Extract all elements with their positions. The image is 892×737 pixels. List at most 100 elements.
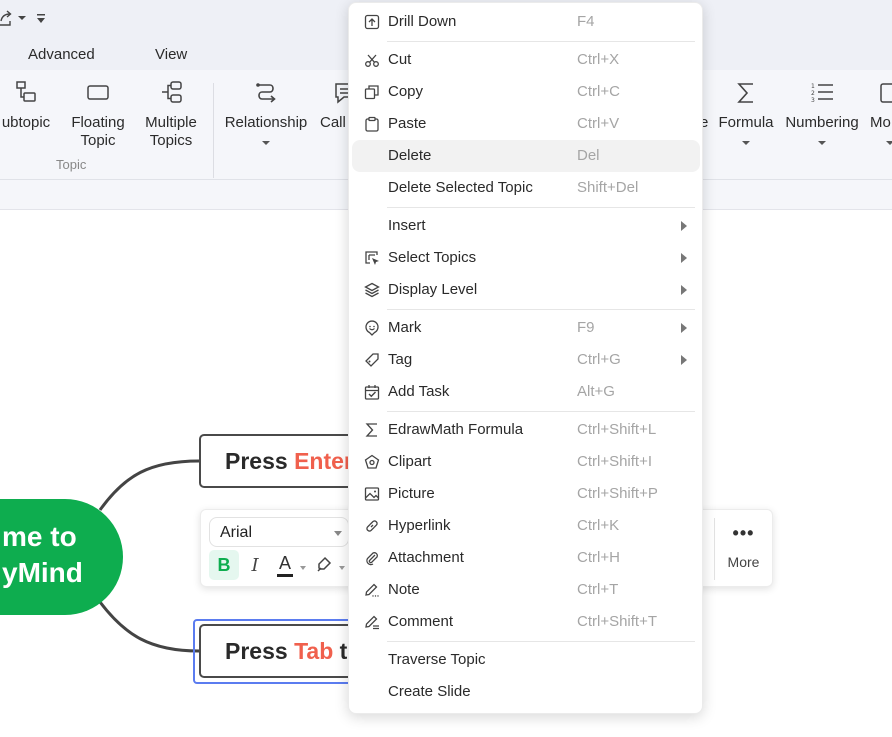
menu-item-label: Traverse Topic [388, 651, 486, 668]
menu-item-mark[interactable]: Mark F9 [352, 312, 700, 344]
submenu-arrow-icon [681, 253, 687, 263]
menu-item-shortcut: Ctrl+K [577, 517, 620, 534]
menu-item-shortcut: Ctrl+Shift+L [577, 421, 657, 438]
menu-item-shortcut: Ctrl+V [577, 115, 620, 132]
note-pen-icon [365, 583, 379, 597]
clipart-icon [364, 454, 380, 469]
menu-item-drill-down[interactable]: Drill Down F4 [352, 6, 700, 38]
menu-item-cut[interactable]: Cut Ctrl+X [352, 44, 700, 76]
floating-topic-button[interactable]: Floating Topic [68, 80, 128, 150]
share-export-icon[interactable] [0, 9, 14, 27]
menu-item-paste[interactable]: Paste Ctrl+V [352, 108, 700, 140]
topic-2-suffix: t [333, 638, 348, 664]
svg-text:3: 3 [811, 97, 815, 104]
menu-item-edrawmath-formula[interactable]: EdrawMath Formula Ctrl+Shift+L [352, 414, 700, 446]
italic-button[interactable]: I [245, 550, 265, 580]
tab-advanced[interactable]: Advanced [28, 46, 95, 63]
font-color-icon: A [278, 553, 291, 573]
svg-text:1: 1 [811, 83, 815, 90]
menu-item-label: Copy [388, 83, 424, 100]
menu-item-label: Create Slide [388, 683, 471, 700]
menu-item-label: Add Task [388, 383, 450, 400]
menu-item-shortcut: Ctrl+T [577, 581, 619, 598]
menu-separator [387, 641, 695, 642]
menu-item-display-level[interactable]: Display Level [352, 274, 700, 306]
menu-item-label: Mark [388, 319, 422, 336]
menu-item-clipart[interactable]: Clipart Ctrl+Shift+I [352, 446, 700, 478]
menu-item-label: Insert [388, 217, 426, 234]
relationship-label: Relationship [224, 114, 308, 131]
subtopic-icon [16, 81, 36, 102]
formula-button[interactable]: Formula [714, 80, 778, 145]
customize-quick-access-icon[interactable] [37, 14, 45, 24]
menu-item-label: Cut [388, 51, 412, 68]
menu-item-add-task[interactable]: Add Task Alt+G [352, 376, 700, 408]
relationship-button[interactable]: Relationship [220, 80, 312, 145]
font-color-dropdown-caret[interactable] [300, 566, 306, 570]
numbering-button[interactable]: 1 2 3 Numbering [779, 80, 865, 145]
formula-dropdown-caret[interactable] [742, 141, 750, 145]
subtopic-button[interactable]: ubtopic [0, 80, 60, 132]
relationship-icon [256, 83, 276, 103]
font-color-swatch [277, 574, 293, 577]
floating-topic-label-2: Topic [80, 132, 116, 149]
more-label: More [727, 554, 760, 570]
floating-topic-icon [87, 85, 109, 100]
menu-item-label: Comment [388, 613, 454, 630]
menu-item-shortcut: Ctrl+H [577, 549, 620, 566]
menu-item-comment[interactable]: Comment Ctrl+Shift+T [352, 606, 700, 638]
menu-item-traverse-topic[interactable]: Traverse Topic [352, 644, 700, 676]
menu-item-select-topics[interactable]: Select Topics [352, 242, 700, 274]
highlight-button[interactable] [315, 550, 333, 580]
more-dropdown-caret[interactable] [886, 141, 892, 145]
menu-item-delete[interactable]: Delete Del [352, 140, 700, 172]
menu-item-label: Hyperlink [388, 517, 451, 534]
quick-access-dropdown-caret[interactable] [18, 16, 26, 20]
menu-item-label: Select Topics [388, 249, 477, 266]
menu-item-shortcut: Ctrl+X [577, 51, 620, 68]
topic-2-prefix: Press [225, 638, 295, 664]
menu-item-tag[interactable]: Tag Ctrl+G [352, 344, 700, 376]
multiple-topics-label-2: Topics [149, 132, 193, 149]
numbering-label: Numbering [785, 114, 859, 131]
more-button[interactable]: ••• More [721, 524, 766, 570]
picture-icon [364, 487, 380, 501]
calendar-check-icon [364, 385, 380, 400]
menu-item-attachment[interactable]: Attachment Ctrl+H [352, 542, 700, 574]
font-color-button[interactable]: A [275, 550, 295, 580]
central-topic-line-1: me to [2, 521, 77, 552]
menu-item-delete-selected-topic[interactable]: Delete Selected Topic Shift+Del [352, 172, 700, 204]
highlight-dropdown-caret[interactable] [339, 566, 345, 570]
menu-item-shortcut: Alt+G [577, 383, 615, 400]
highlighter-icon [317, 556, 332, 572]
menu-item-create-slide[interactable]: Create Slide [352, 676, 700, 708]
submenu-arrow-icon [681, 221, 687, 231]
clipboard-icon [365, 116, 379, 132]
font-family-select[interactable]: Arial [209, 517, 349, 547]
smiley-mark-icon [365, 320, 379, 336]
topic-1-prefix: Press [225, 448, 295, 474]
select-topics-icon [365, 251, 379, 265]
numbering-dropdown-caret[interactable] [818, 141, 826, 145]
relationship-dropdown-caret[interactable] [262, 141, 270, 145]
copy-icon [364, 85, 379, 100]
chevron-down-icon [334, 531, 342, 536]
menu-item-picture[interactable]: Picture Ctrl+Shift+P [352, 478, 700, 510]
menu-item-shortcut: Ctrl+C [577, 83, 620, 100]
menu-item-copy[interactable]: Copy Ctrl+C [352, 76, 700, 108]
layers-icon [364, 282, 380, 298]
more-shape-icon [880, 83, 892, 103]
tab-view[interactable]: View [155, 46, 187, 63]
formula-label: Formula [718, 114, 774, 131]
callout-button[interactable]: Call [320, 80, 350, 132]
menu-item-insert[interactable]: Insert [352, 210, 700, 242]
menu-item-hyperlink[interactable]: Hyperlink Ctrl+K [352, 510, 700, 542]
multiple-topics-button[interactable]: Multiple Topics [139, 80, 203, 150]
topic-2-highlight: Tab [294, 638, 334, 664]
menu-item-shortcut: Del [577, 147, 600, 164]
central-topic[interactable]: me to yMind [0, 499, 123, 615]
menu-item-note[interactable]: Note Ctrl+T [352, 574, 700, 606]
svg-text:2: 2 [811, 90, 815, 97]
more-ribbon-button[interactable]: Mo [870, 80, 892, 145]
bold-button[interactable]: B [209, 550, 239, 580]
